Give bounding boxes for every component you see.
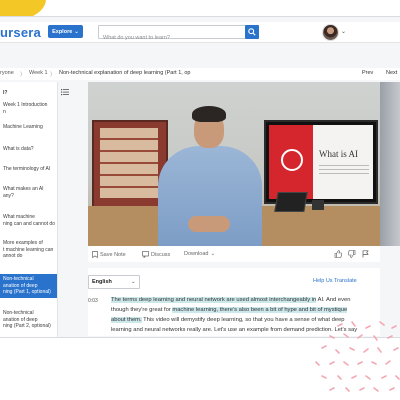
transcript-segment[interactable]: AI. And even bbox=[316, 297, 351, 303]
transcript-segment-highlighted[interactable]: machine learning, there's also been a bi… bbox=[172, 307, 348, 313]
transcript-segment-highlighted[interactable]: The terms deep learning and neural netwo… bbox=[111, 297, 317, 303]
transcript-segment-highlighted[interactable]: about them. bbox=[111, 317, 142, 323]
screen-title: What is AI bbox=[319, 149, 358, 159]
explore-label: Explore bbox=[52, 28, 73, 35]
save-note-button[interactable]: Save Note bbox=[92, 251, 126, 258]
next-video-thumbnail bbox=[380, 82, 400, 246]
download-button[interactable]: Download ⌄ bbox=[184, 251, 215, 257]
sidebar-item-label: ning can and cannot do bbox=[3, 220, 55, 227]
discuss-button[interactable]: Discuss bbox=[142, 251, 170, 258]
sidebar-item-week1-intro[interactable]: Week 1 Introduction n bbox=[3, 102, 55, 115]
search-box bbox=[98, 25, 246, 44]
account-menu-chevron-icon[interactable]: ⌄ bbox=[341, 28, 346, 35]
chevron-down-icon: ⌄ bbox=[210, 251, 216, 257]
transcript-timestamp[interactable]: 0:03 bbox=[88, 298, 98, 304]
breadcrumb-item-week[interactable]: Week 1 bbox=[29, 70, 48, 76]
chevron-down-icon: ⌄ bbox=[131, 279, 136, 285]
sidebar-item-label: Machine Learning bbox=[3, 124, 43, 130]
language-value: English bbox=[92, 279, 112, 285]
sidebar-item-label: n bbox=[3, 108, 6, 115]
monitor-stand bbox=[312, 200, 324, 210]
presenter-hair bbox=[192, 106, 226, 122]
bookmark-icon bbox=[92, 251, 98, 258]
transcript-line[interactable]: though they're great for machine learnin… bbox=[111, 307, 348, 313]
help-translate-link[interactable]: Help Us Translate bbox=[313, 278, 357, 284]
sidebar-item-label: ning (Part 1, optional) bbox=[3, 289, 51, 295]
save-note-label: Save Note bbox=[100, 251, 126, 258]
search-button[interactable] bbox=[245, 25, 259, 39]
sidebar-item-label: What is data? bbox=[3, 146, 34, 152]
screen-logo-icon bbox=[281, 149, 303, 171]
sidebar-item-label: Week 1 Introduction bbox=[3, 102, 48, 108]
transcript-language-select[interactable]: English ⌄ bbox=[88, 275, 140, 289]
transcript-line[interactable]: The terms deep learning and neural netwo… bbox=[111, 297, 350, 303]
sidebar-item-terminology[interactable]: The terminology of AI bbox=[3, 166, 55, 173]
bookshelf-books bbox=[100, 128, 158, 198]
sidebar-item-ml-can-cannot[interactable]: What machine ning can and cannot do bbox=[3, 214, 55, 227]
sidebar-item-ai-company[interactable]: What makes an AI any? bbox=[3, 186, 55, 199]
video-tablet bbox=[274, 192, 308, 212]
prev-link[interactable]: Prev bbox=[362, 70, 373, 76]
sidebar-item-machine-learning[interactable]: Machine Learning bbox=[3, 124, 55, 131]
breadcrumb-item-root[interactable]: ryone bbox=[0, 70, 14, 76]
decorative-confetti bbox=[315, 321, 400, 392]
thumbs-up-icon[interactable] bbox=[334, 250, 342, 258]
user-avatar[interactable] bbox=[322, 24, 339, 41]
sidebar-item-label: annot do bbox=[3, 253, 23, 259]
screen-subtitle-lines bbox=[319, 165, 369, 177]
search-input[interactable] bbox=[99, 32, 243, 44]
top-navigation: ursera ⌄ Explore ⌄ ⌄ bbox=[0, 22, 400, 44]
search-icon bbox=[248, 28, 256, 36]
sidebar-item-heading: I? bbox=[3, 90, 55, 97]
sidebar-item-label: I? bbox=[3, 90, 8, 96]
presenter-hands bbox=[188, 216, 230, 232]
sidebar-item-deep-learning-part2[interactable]: Non-technical anation of deep ning (Part… bbox=[3, 310, 55, 330]
logo-menu-chevron-icon[interactable]: ⌄ bbox=[33, 27, 40, 36]
sidebar-item-more-examples[interactable]: More examples of t machine learning can … bbox=[3, 240, 55, 260]
discuss-label: Discuss bbox=[151, 251, 171, 258]
flag-icon[interactable] bbox=[362, 250, 369, 258]
transcript-segment[interactable]: though they're great for bbox=[111, 307, 172, 313]
download-label: Download bbox=[184, 251, 209, 257]
thumbs-down-icon[interactable] bbox=[348, 250, 356, 258]
explore-button[interactable]: Explore ⌄ bbox=[48, 25, 83, 38]
collapse-sidebar-icon[interactable] bbox=[61, 88, 69, 96]
video-bookshelf bbox=[92, 120, 168, 208]
sidebar-item-deep-learning-part1[interactable]: Non-technical anation of deep ning (Part… bbox=[0, 274, 57, 298]
breadcrumb-separator: 〉 bbox=[20, 72, 26, 78]
monitor-screen: What is AI bbox=[269, 125, 373, 199]
discuss-icon bbox=[142, 251, 149, 258]
video-action-bar: Save Note Discuss Download ⌄ bbox=[88, 246, 380, 262]
breadcrumb-separator: 〉 bbox=[50, 72, 56, 78]
breadcrumb-item-current: Non-technical explanation of deep learni… bbox=[59, 70, 191, 76]
sidebar-item-label: The terminology of AI bbox=[3, 166, 51, 172]
next-link[interactable]: Next bbox=[386, 70, 397, 76]
breadcrumb: ryone 〉 Week 1 〉 Non-technical explanati… bbox=[0, 68, 400, 80]
chevron-down-icon: ⌄ bbox=[74, 28, 79, 35]
video-player[interactable]: What is AI bbox=[88, 82, 380, 246]
sidebar-item-label: any? bbox=[3, 192, 14, 199]
sidebar-item-what-is-data[interactable]: What is data? bbox=[3, 146, 55, 153]
course-sidebar: I? Week 1 Introduction n Machine Learnin… bbox=[0, 82, 58, 337]
sidebar-item-label: ning (Part 2, optional) bbox=[3, 323, 51, 329]
